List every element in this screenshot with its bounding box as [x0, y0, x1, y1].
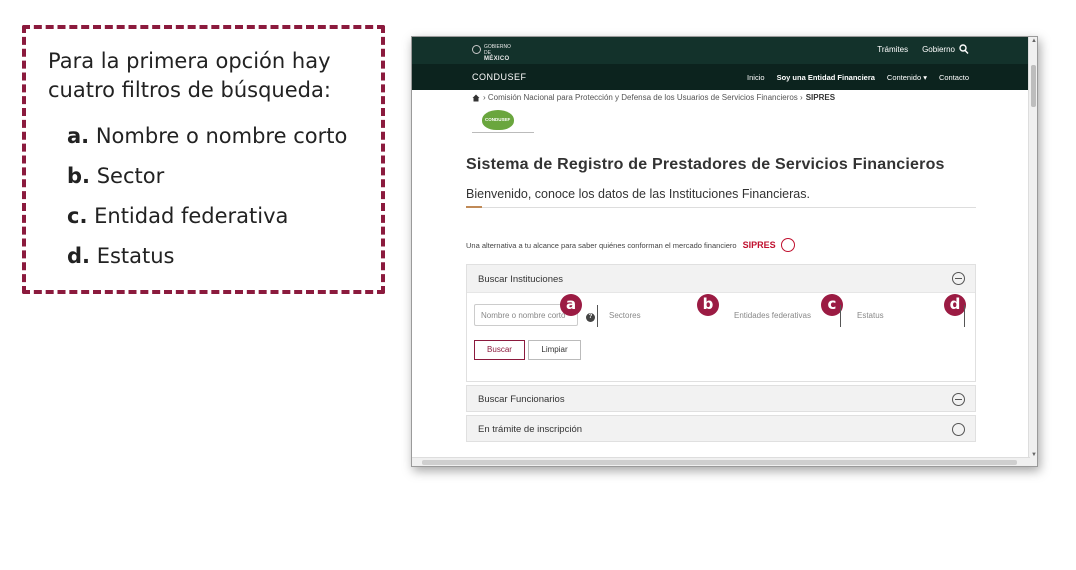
vertical-scrollbar[interactable]: ▲ ▼ — [1028, 37, 1037, 466]
badge-a: a — [560, 294, 582, 316]
breadcrumb: › Comisión Nacional para Protección y De… — [472, 93, 976, 102]
horizontal-scrollbar[interactable] — [412, 457, 1030, 466]
nav-contenido[interactable]: Contenido ▾ — [887, 73, 927, 82]
search-icon[interactable] — [959, 44, 969, 55]
help-icon[interactable]: ? — [586, 313, 595, 322]
list-item: d. Estatus — [67, 244, 175, 268]
panel-title: Buscar Funcionarios — [478, 394, 565, 405]
sipres-logo: SIPRES — [743, 238, 795, 252]
logo-small-text: GOBIERNO DE — [484, 44, 511, 56]
seal-icon — [472, 45, 481, 54]
scroll-up-icon[interactable]: ▲ — [1031, 38, 1037, 44]
search-form: Nombre o nombre corto a ? Sectores b Ent… — [467, 293, 975, 381]
collapse-icon[interactable] — [952, 272, 965, 285]
logo-main-text: MÉXICO — [484, 56, 510, 62]
panel-title: Buscar Instituciones — [478, 274, 564, 285]
collapse-icon[interactable] — [952, 393, 965, 406]
nav-links: Inicio Soy una Entidad Financiera Conten… — [747, 73, 969, 82]
scroll-thumb[interactable] — [422, 460, 1017, 465]
condusef-logo: CONDUSEF — [472, 110, 534, 144]
gov-logo[interactable]: GOBIERNO DE MÉXICO — [472, 43, 516, 62]
home-icon[interactable] — [472, 94, 480, 102]
scroll-down-icon[interactable]: ▼ — [1031, 452, 1037, 458]
breadcrumb-current: SIPRES — [805, 93, 836, 102]
search-institutions-header[interactable]: Buscar Instituciones — [467, 265, 975, 293]
brand-condusef[interactable]: CONDUSEF — [472, 72, 527, 82]
callout-intro: Para la primera opción hay cuatro filtro… — [48, 49, 331, 102]
sector-select[interactable]: Sectores — [609, 311, 641, 320]
breadcrumb-path[interactable]: › Comisión Nacional para Protección y De… — [483, 93, 803, 102]
browser-window: GOBIERNO DE MÉXICO Trámites Gobierno CON… — [411, 36, 1038, 467]
seal-icon — [780, 238, 795, 252]
top-links: Trámites Gobierno — [877, 45, 955, 54]
panel-title: En trámite de inscripción — [478, 424, 583, 435]
page-title: Sistema de Registro de Prestadores de Se… — [466, 156, 945, 173]
expand-icon[interactable] — [952, 423, 965, 436]
search-officials-panel[interactable]: Buscar Funcionarios — [466, 385, 976, 412]
main-content: › Comisión Nacional para Protección y De… — [466, 90, 976, 442]
main-navbar: CONDUSEF Inicio Soy una Entidad Financie… — [412, 64, 1037, 90]
badge-d: d — [944, 294, 966, 316]
nav-entidad-financiera[interactable]: Soy una Entidad Financiera — [777, 73, 875, 82]
list-item: a. Nombre o nombre corto — [67, 124, 348, 148]
instructions-callout: Para la primera opción hay cuatro filtro… — [22, 25, 385, 294]
filter-list: a. Nombre o nombre corto b. Sector c. En… — [67, 116, 381, 276]
search-institutions-panel: Buscar Instituciones Nombre o nombre cor… — [466, 264, 976, 382]
top-link-gobierno[interactable]: Gobierno — [922, 45, 955, 54]
scroll-thumb[interactable] — [1031, 65, 1036, 107]
list-item: c. Entidad federativa — [67, 204, 289, 228]
alternative-line: Una alternativa a tu alcance para saber … — [466, 238, 976, 252]
status-select[interactable]: Estatus — [857, 311, 884, 320]
nav-inicio[interactable]: Inicio — [747, 73, 765, 82]
alternative-text: Una alternativa a tu alcance para saber … — [466, 240, 737, 250]
page-subtitle: Bienvenido, conoce los datos de las Inst… — [466, 187, 810, 201]
pending-registration-panel[interactable]: En trámite de inscripción — [466, 415, 976, 442]
nav-contacto[interactable]: Contacto — [939, 73, 969, 82]
list-item: b. Sector — [67, 164, 165, 188]
state-select[interactable]: Entidades federativas — [734, 311, 811, 320]
divider — [466, 206, 976, 208]
clear-button[interactable]: Limpiar — [528, 340, 581, 360]
gov-topbar: GOBIERNO DE MÉXICO Trámites Gobierno — [412, 37, 1037, 64]
badge-b: b — [697, 294, 719, 316]
search-button[interactable]: Buscar — [474, 340, 525, 360]
top-link-tramites[interactable]: Trámites — [877, 45, 908, 54]
